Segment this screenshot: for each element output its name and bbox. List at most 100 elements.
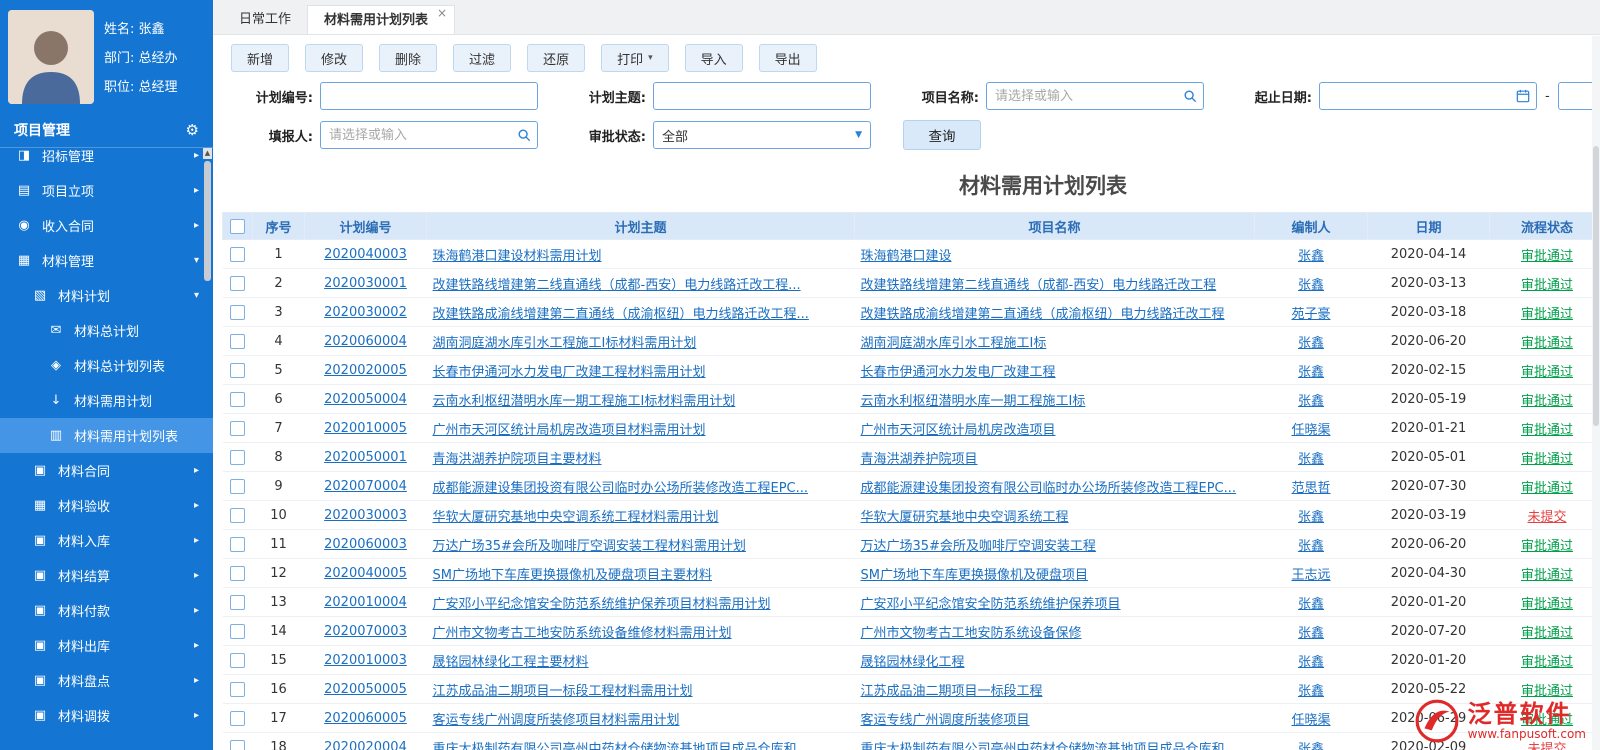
plan-no-link[interactable]: 2020040005	[324, 566, 407, 581]
plan-no-link[interactable]: 2020030003	[324, 508, 407, 523]
row-checkbox[interactable]	[230, 363, 245, 378]
project-name-link[interactable]: 改建铁路线增建第二线直通线（成都-西安）电力线路迁改工程	[861, 278, 1217, 293]
project-name-link[interactable]: 万达广场35#会所及咖啡厅空调安装工程	[861, 539, 1096, 554]
sidebar-scrollbar[interactable]: ▲	[203, 148, 212, 750]
sidebar-item-9[interactable]: ▣材料合同▸	[0, 453, 213, 488]
author-link[interactable]: 张鑫	[1298, 597, 1324, 612]
plan-topic-link[interactable]: 万达广场35#会所及咖啡厅空调安装工程材料需用计划	[433, 539, 746, 554]
row-checkbox[interactable]	[230, 450, 245, 465]
column-header-6[interactable]: 流程状态	[1490, 213, 1600, 240]
project-name-link[interactable]: 青海洪湖养护院项目	[861, 452, 978, 467]
project-name-link[interactable]: SM广场地下车库更换摄像机及硬盘项目	[861, 568, 1088, 583]
date-from-input[interactable]	[1319, 82, 1537, 110]
row-checkbox[interactable]	[230, 624, 245, 639]
project-name-link[interactable]: 晟铭园林绿化工程	[861, 655, 965, 670]
author-link[interactable]: 张鑫	[1298, 394, 1324, 409]
column-header-2[interactable]: 计划主题	[427, 213, 855, 240]
gear-icon[interactable]: ⚙	[186, 121, 199, 139]
project-name-link[interactable]: 珠海鹤港口建设	[861, 249, 952, 264]
tab-1[interactable]: 材料需用计划列表×	[307, 5, 455, 34]
status-link[interactable]: 审批通过	[1521, 597, 1573, 612]
row-checkbox[interactable]	[230, 508, 245, 523]
project-name-link[interactable]: 广州市文物考古工地安防系统设备保修	[861, 626, 1082, 641]
project-name-link[interactable]: 重庆太极制药有限公司亳州中药材仓储物流基地项目成品仓库和...	[861, 742, 1237, 750]
row-checkbox[interactable]	[230, 305, 245, 320]
row-checkbox[interactable]	[230, 421, 245, 436]
column-header-3[interactable]: 项目名称	[855, 213, 1255, 240]
toolbar-button-export[interactable]: 导出	[759, 44, 817, 72]
author-link[interactable]: 张鑫	[1298, 365, 1324, 380]
plan-topic-link[interactable]: 重庆太极制药有限公司亳州中药材仓储物流基地项目成品仓库和...	[433, 742, 809, 750]
sidebar-item-6[interactable]: ◈材料总计划列表	[0, 348, 213, 383]
plan-topic-link[interactable]: 广州市天河区统计局机房改造项目材料需用计划	[433, 423, 706, 438]
sidebar-scrollbar-thumb[interactable]	[204, 161, 211, 281]
project-name-link[interactable]: 客运专线广州调度所装修项目	[861, 713, 1030, 728]
status-link[interactable]: 审批通过	[1521, 626, 1573, 641]
sidebar-item-12[interactable]: ▣材料结算▸	[0, 558, 213, 593]
author-link[interactable]: 苑子豪	[1291, 307, 1330, 322]
scroll-up-icon[interactable]: ▲	[203, 148, 212, 159]
tab-0[interactable]: 日常工作	[223, 5, 307, 34]
close-icon[interactable]: ×	[437, 6, 447, 20]
main-scrollbar-thumb[interactable]	[1593, 146, 1599, 426]
sidebar-item-7[interactable]: ↓材料需用计划	[0, 383, 213, 418]
select-all-checkbox[interactable]	[230, 219, 245, 234]
plan-topic-link[interactable]: 珠海鹤港口建设材料需用计划	[433, 249, 602, 264]
status-link[interactable]: 审批通过	[1521, 684, 1573, 699]
plan-topic-link[interactable]: 长春市伊通河水力发电厂改建工程材料需用计划	[433, 365, 706, 380]
plan-no-link[interactable]: 2020060005	[324, 711, 407, 726]
project-name-link[interactable]: 改建铁路成渝线增建第二直通线（成渝枢纽）电力线路迁改工程	[861, 307, 1225, 322]
plan-topic-link[interactable]: 成都能源建设集团投资有限公司临时办公场所装修改造工程EPC...	[433, 481, 809, 496]
project-name-link[interactable]: 华软大厦研究基地中央空调系统工程	[861, 510, 1069, 525]
author-link[interactable]: 张鑫	[1298, 684, 1324, 699]
plan-topic-link[interactable]: 改建铁路成渝线增建第二直通线（成渝枢纽）电力线路迁改工程...	[433, 307, 809, 322]
author-link[interactable]: 张鑫	[1298, 742, 1324, 750]
author-link[interactable]: 张鑫	[1298, 278, 1324, 293]
status-link[interactable]: 审批通过	[1521, 452, 1573, 467]
row-checkbox[interactable]	[230, 595, 245, 610]
sidebar-item-3[interactable]: ▦材料管理▾	[0, 243, 213, 278]
plan-no-link[interactable]: 2020050005	[324, 682, 407, 697]
sidebar-item-1[interactable]: ▤项目立项▸	[0, 173, 213, 208]
status-link[interactable]: 审批通过	[1521, 655, 1573, 670]
status-link[interactable]: 审批通过	[1521, 336, 1573, 351]
column-header-5[interactable]: 日期	[1368, 213, 1490, 240]
status-link[interactable]: 审批通过	[1521, 539, 1573, 554]
plan-topic-link[interactable]: 青海洪湖养护院项目主要材料	[433, 452, 602, 467]
toolbar-button-new[interactable]: 新增	[231, 44, 289, 72]
plan-topic-link[interactable]: SM广场地下车库更换摄像机及硬盘项目主要材料	[433, 568, 712, 583]
plan-topic-link[interactable]: 广州市文物考古工地安防系统设备维修材料需用计划	[433, 626, 732, 641]
search-icon[interactable]	[1183, 89, 1197, 103]
main-scrollbar[interactable]	[1592, 36, 1600, 750]
row-checkbox[interactable]	[230, 682, 245, 697]
plan-no-link[interactable]: 2020060003	[324, 537, 407, 552]
plan-topic-input[interactable]	[653, 82, 871, 110]
plan-no-link[interactable]: 2020030002	[324, 305, 407, 320]
plan-topic-link[interactable]: 湖南洞庭湖水库引水工程施工Ⅰ标材料需用计划	[433, 336, 697, 351]
toolbar-button-import[interactable]: 导入	[685, 44, 743, 72]
plan-no-input[interactable]	[320, 82, 538, 110]
toolbar-button-delete[interactable]: 删除	[379, 44, 437, 72]
status-link[interactable]: 审批通过	[1521, 365, 1573, 380]
sidebar-item-16[interactable]: ▣材料调拨▸	[0, 698, 213, 733]
sidebar-item-13[interactable]: ▣材料付款▸	[0, 593, 213, 628]
plan-topic-link[interactable]: 云南水利枢纽潜明水库一期工程施工Ⅰ标材料需用计划	[433, 394, 736, 409]
row-checkbox[interactable]	[230, 711, 245, 726]
status-link[interactable]: 审批通过	[1521, 423, 1573, 438]
project-name-link[interactable]: 湖南洞庭湖水库引水工程施工Ⅰ标	[861, 336, 1047, 351]
plan-no-link[interactable]: 2020060004	[324, 334, 407, 349]
plan-no-link[interactable]: 2020010005	[324, 421, 407, 436]
status-link[interactable]: 审批通过	[1521, 278, 1573, 293]
row-checkbox[interactable]	[230, 479, 245, 494]
author-link[interactable]: 范思哲	[1291, 481, 1330, 496]
status-link[interactable]: 审批通过	[1521, 568, 1573, 583]
row-checkbox[interactable]	[230, 392, 245, 407]
sidebar-item-5[interactable]: ✉材料总计划	[0, 313, 213, 348]
author-link[interactable]: 张鑫	[1298, 539, 1324, 554]
plan-no-link[interactable]: 2020040003	[324, 247, 407, 262]
author-link[interactable]: 张鑫	[1298, 510, 1324, 525]
sidebar-item-14[interactable]: ▣材料出库▸	[0, 628, 213, 663]
plan-no-link[interactable]: 2020070004	[324, 479, 407, 494]
sidebar-item-8[interactable]: ▥材料需用计划列表	[0, 418, 213, 453]
row-checkbox[interactable]	[230, 537, 245, 552]
